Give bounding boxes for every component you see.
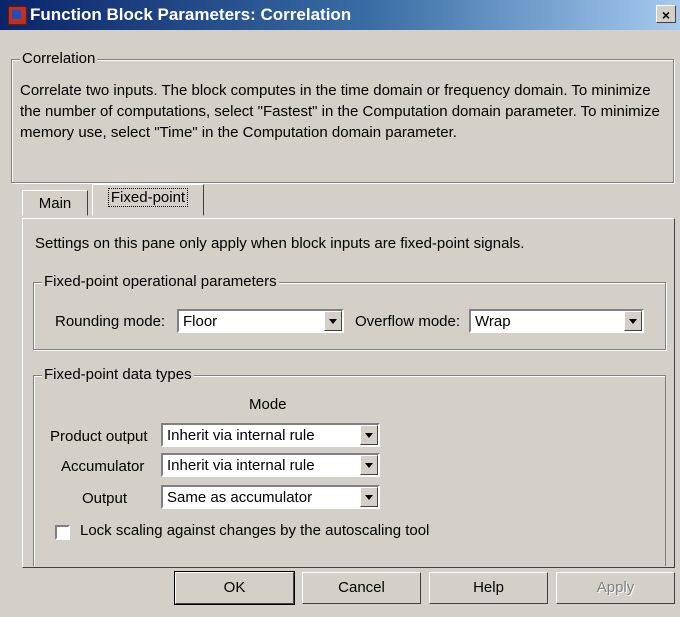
chevron-down-icon[interactable] (360, 487, 378, 507)
product-output-label: Product output (50, 428, 148, 445)
rounding-mode-label: Rounding mode: (55, 313, 166, 330)
accumulator-value: Inherit via internal rule (167, 457, 315, 474)
help-button[interactable]: Help (429, 572, 548, 604)
data-types-legend: Fixed-point data types (42, 366, 194, 383)
close-button[interactable]: × (656, 5, 676, 23)
operational-params-legend: Fixed-point operational parameters (42, 273, 279, 290)
accumulator-label: Accumulator (61, 458, 145, 475)
apply-button[interactable]: Apply (556, 572, 675, 604)
chevron-down-icon[interactable] (324, 311, 342, 331)
tab-fixed-point[interactable]: Fixed-point (92, 184, 204, 216)
overflow-mode-select[interactable]: Wrap (469, 309, 644, 333)
correlation-legend: Correlation (20, 50, 98, 67)
lock-scaling-checkbox[interactable] (55, 525, 70, 540)
output-label: Output (82, 490, 128, 507)
tab-fixed-point-label: Fixed-point (107, 188, 189, 207)
lock-scaling-label[interactable]: Lock scaling against changes by the auto… (80, 522, 429, 539)
correlation-description: Correlate two inputs. The block computes… (20, 82, 660, 141)
mode-column-header: Mode (249, 396, 287, 413)
product-output-select[interactable]: Inherit via internal rule (161, 423, 380, 447)
title-bar[interactable]: Function Block Parameters: Correlation × (0, 0, 680, 30)
output-value: Same as accumulator (167, 489, 313, 506)
output-select[interactable]: Same as accumulator (161, 485, 380, 509)
rounding-mode-select[interactable]: Floor (177, 309, 344, 333)
chevron-down-icon[interactable] (360, 455, 378, 475)
tab-main-label: Main (38, 195, 72, 212)
tab-main[interactable]: Main (22, 190, 88, 216)
ok-button[interactable]: OK (174, 571, 295, 605)
rounding-mode-value: Floor (183, 313, 218, 330)
chevron-down-icon[interactable] (360, 425, 378, 445)
panel-info-text: Settings on this pane only apply when bl… (35, 235, 525, 252)
overflow-mode-label: Overflow mode: (355, 313, 461, 330)
product-output-value: Inherit via internal rule (167, 427, 315, 444)
cancel-button[interactable]: Cancel (302, 572, 421, 604)
window-title: Function Block Parameters: Correlation (30, 5, 352, 24)
chevron-down-icon[interactable] (624, 311, 642, 331)
overflow-mode-value: Wrap (475, 313, 511, 330)
accumulator-select[interactable]: Inherit via internal rule (161, 453, 380, 477)
simulink-block-icon (8, 6, 27, 25)
